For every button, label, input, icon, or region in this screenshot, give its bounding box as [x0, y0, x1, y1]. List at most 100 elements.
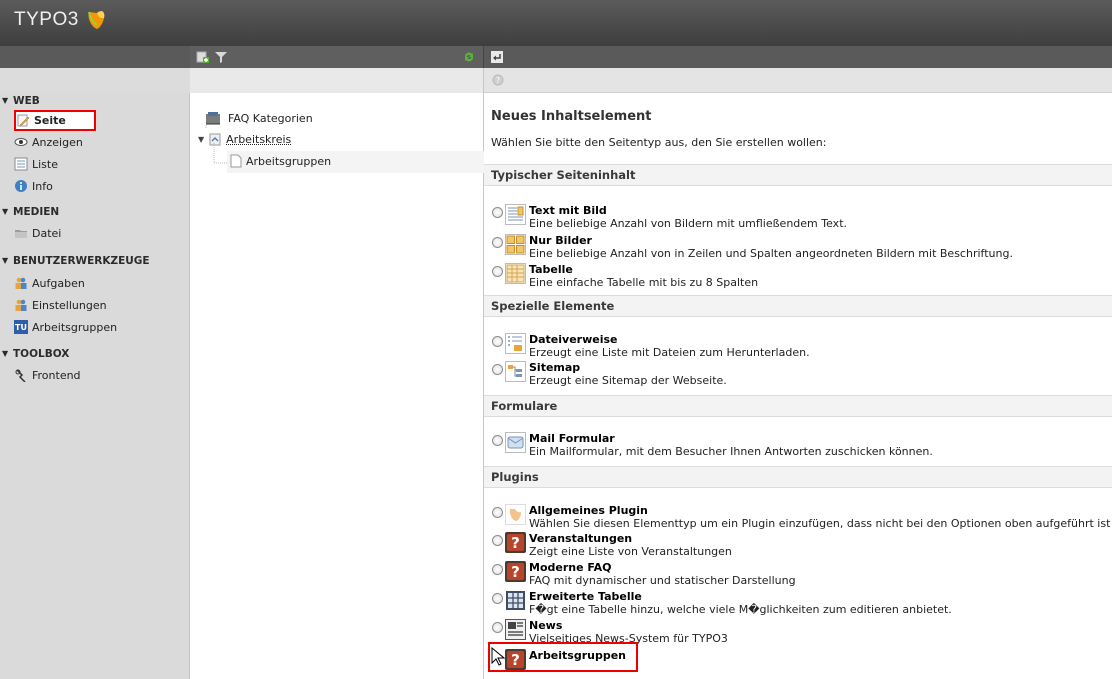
folder-icon	[15, 230, 27, 238]
element-title: Allgemeines Plugin	[529, 504, 648, 517]
intro-text: Wählen Sie bitte den Seitentyp aus, den …	[491, 136, 827, 149]
new-page-icon[interactable]	[196, 50, 210, 64]
element-veranstaltungen[interactable]: ? Veranstaltungen Zeigt eine Liste von V…	[492, 532, 1112, 562]
element-radio[interactable]	[492, 207, 503, 218]
module-anzeigen[interactable]: Anzeigen	[14, 133, 83, 151]
element-radio[interactable]	[492, 336, 503, 347]
element-title: Tabelle	[529, 263, 573, 276]
section-header: Formulare	[484, 395, 1112, 417]
element-description: Erzeugt eine Liste mit Dateien zum Herun…	[529, 346, 810, 359]
element-sitemap[interactable]: Sitemap Erzeugt eine Sitemap der Webseit…	[492, 361, 1112, 391]
svg-text:TU: TU	[15, 323, 27, 332]
module-group-medien[interactable]: ▼ MEDIEN	[0, 206, 59, 222]
module-einstellungen[interactable]: Einstellungen	[14, 296, 107, 314]
element-title: News	[529, 619, 563, 632]
sub-header: ?	[0, 68, 1112, 93]
help-icon[interactable]: ?	[492, 74, 504, 86]
frontend-icon	[15, 369, 26, 382]
page-icon	[230, 154, 242, 168]
page-title: Neues Inhaltselement	[491, 109, 652, 124]
element-description: Ein Mailformular, mit dem Besucher Ihnen…	[529, 445, 933, 458]
typo3-logo[interactable]: TYPO3	[14, 9, 107, 31]
back-icon[interactable]	[490, 50, 504, 64]
element-radio[interactable]	[492, 593, 503, 604]
element-radio[interactable]	[492, 266, 503, 277]
eye-icon	[14, 138, 28, 146]
element-radio[interactable]	[492, 435, 503, 446]
users-icon	[15, 277, 27, 289]
element-radio[interactable]	[492, 507, 503, 518]
module-group-web[interactable]: ▼ WEB	[0, 95, 40, 111]
content-toolbar: ?	[484, 68, 1112, 93]
module-group-toolbox[interactable]: ▼ TOOLBOX	[0, 348, 69, 364]
svg-text:?: ?	[511, 534, 520, 552]
question-icon: ?	[505, 532, 526, 553]
module-datei[interactable]: Datei	[14, 224, 61, 242]
typo3-logo-icon	[87, 11, 105, 29]
svg-text:?: ?	[496, 76, 500, 85]
element-text-mit-bild[interactable]: Text mit Bild Eine beliebige Anzahl von …	[492, 204, 1112, 234]
sitemap-icon	[505, 361, 526, 382]
module-group-benutzerwerkzeuge[interactable]: ▼ BENUTZERWERKZEUGE	[0, 255, 150, 271]
element-title: Erweiterte Tabelle	[529, 590, 642, 603]
element-description: Erzeugt eine Sitemap der Webseite.	[529, 374, 727, 387]
list-icon	[14, 157, 28, 171]
element-tabelle[interactable]: Tabelle Eine einfache Tabelle mit bis zu…	[492, 263, 1112, 293]
element-moderne-faq[interactable]: ? Moderne FAQ FAQ mit dynamischer und st…	[492, 561, 1112, 591]
module-menu-top	[0, 68, 190, 93]
element-description: F�gt eine Tabelle hinzu, welche viele M�…	[529, 603, 952, 616]
module-info[interactable]: Info	[14, 177, 53, 195]
tree-lines	[205, 125, 228, 164]
element-mail-formular[interactable]: Mail Formular Ein Mailformular, mit dem …	[492, 432, 1112, 462]
element-title: Dateiverweise	[529, 333, 618, 346]
element-allgemeines-plugin[interactable]: Allgemeines Plugin Wählen Sie diesen Ele…	[492, 504, 1112, 534]
element-description: Zeigt eine Liste von Veranstaltungen	[529, 545, 732, 558]
element-title: Sitemap	[529, 361, 581, 374]
element-description: Wählen Sie diesen Elementtyp um ein Plug…	[529, 517, 1111, 530]
section-header: Typischer Seiteninhalt	[484, 164, 1112, 186]
doc-header	[0, 46, 1112, 68]
page-edit-icon	[17, 114, 30, 127]
element-title: Text mit Bild	[529, 204, 607, 217]
mailform-icon	[505, 432, 526, 453]
tree-toolbar	[190, 46, 484, 68]
plugin-icon	[505, 504, 526, 525]
content-area: Neues Inhaltselement Wählen Sie bitte de…	[484, 93, 1112, 679]
filelinks-icon	[505, 333, 526, 354]
module-frontend[interactable]: Frontend	[14, 366, 81, 384]
element-erweiterte-tabelle[interactable]: Erweiterte Tabelle F�gt eine Tabelle hin…	[492, 590, 1112, 620]
element-radio[interactable]	[492, 535, 503, 546]
logo-text: TYPO3	[14, 9, 79, 30]
module-arbeitsgruppen[interactable]: TU Arbeitsgruppen	[14, 318, 117, 336]
info-icon	[15, 180, 27, 192]
page-tree: FAQ Kategorien ▼ Arbeitskreis Arbeitsgru…	[190, 93, 484, 679]
text-image-icon	[505, 204, 526, 225]
module-liste[interactable]: Liste	[14, 155, 58, 173]
highlight-box	[488, 642, 638, 672]
module-aufgaben[interactable]: Aufgaben	[14, 274, 85, 292]
table-grid-icon	[506, 591, 525, 610]
element-radio[interactable]	[492, 564, 503, 575]
module-seite[interactable]: Seite	[16, 111, 66, 129]
element-radio[interactable]	[492, 237, 503, 248]
element-radio[interactable]	[492, 622, 503, 633]
element-radio[interactable]	[492, 364, 503, 375]
images-icon	[505, 234, 526, 255]
element-description: Eine beliebige Anzahl von in Zeilen und …	[529, 247, 1013, 260]
tree-search-bar	[190, 68, 484, 93]
news-icon	[505, 619, 526, 640]
element-title: Mail Formular	[529, 432, 615, 445]
table-icon	[505, 263, 526, 284]
refresh-icon[interactable]	[462, 50, 476, 64]
module-menu: ▼ WEB Seite Anzeigen Liste Info ▼ MEDIEN D…	[0, 93, 190, 679]
element-nur-bilder[interactable]: Nur Bilder Eine beliebige Anzahl von in …	[492, 234, 1112, 264]
element-description: FAQ mit dynamischer und statischer Darst…	[529, 574, 796, 587]
filter-icon[interactable]	[214, 50, 228, 64]
element-dateiverweise[interactable]: Dateiverweise Erzeugt eine Liste mit Dat…	[492, 333, 1112, 363]
tu-icon: TU	[14, 320, 28, 334]
question-icon: ?	[505, 561, 526, 582]
tree-node-arbeitsgruppen[interactable]: Arbeitsgruppen	[230, 154, 331, 168]
user-settings-icon	[15, 299, 27, 311]
element-title: Veranstaltungen	[529, 532, 633, 545]
element-title: Nur Bilder	[529, 234, 592, 247]
